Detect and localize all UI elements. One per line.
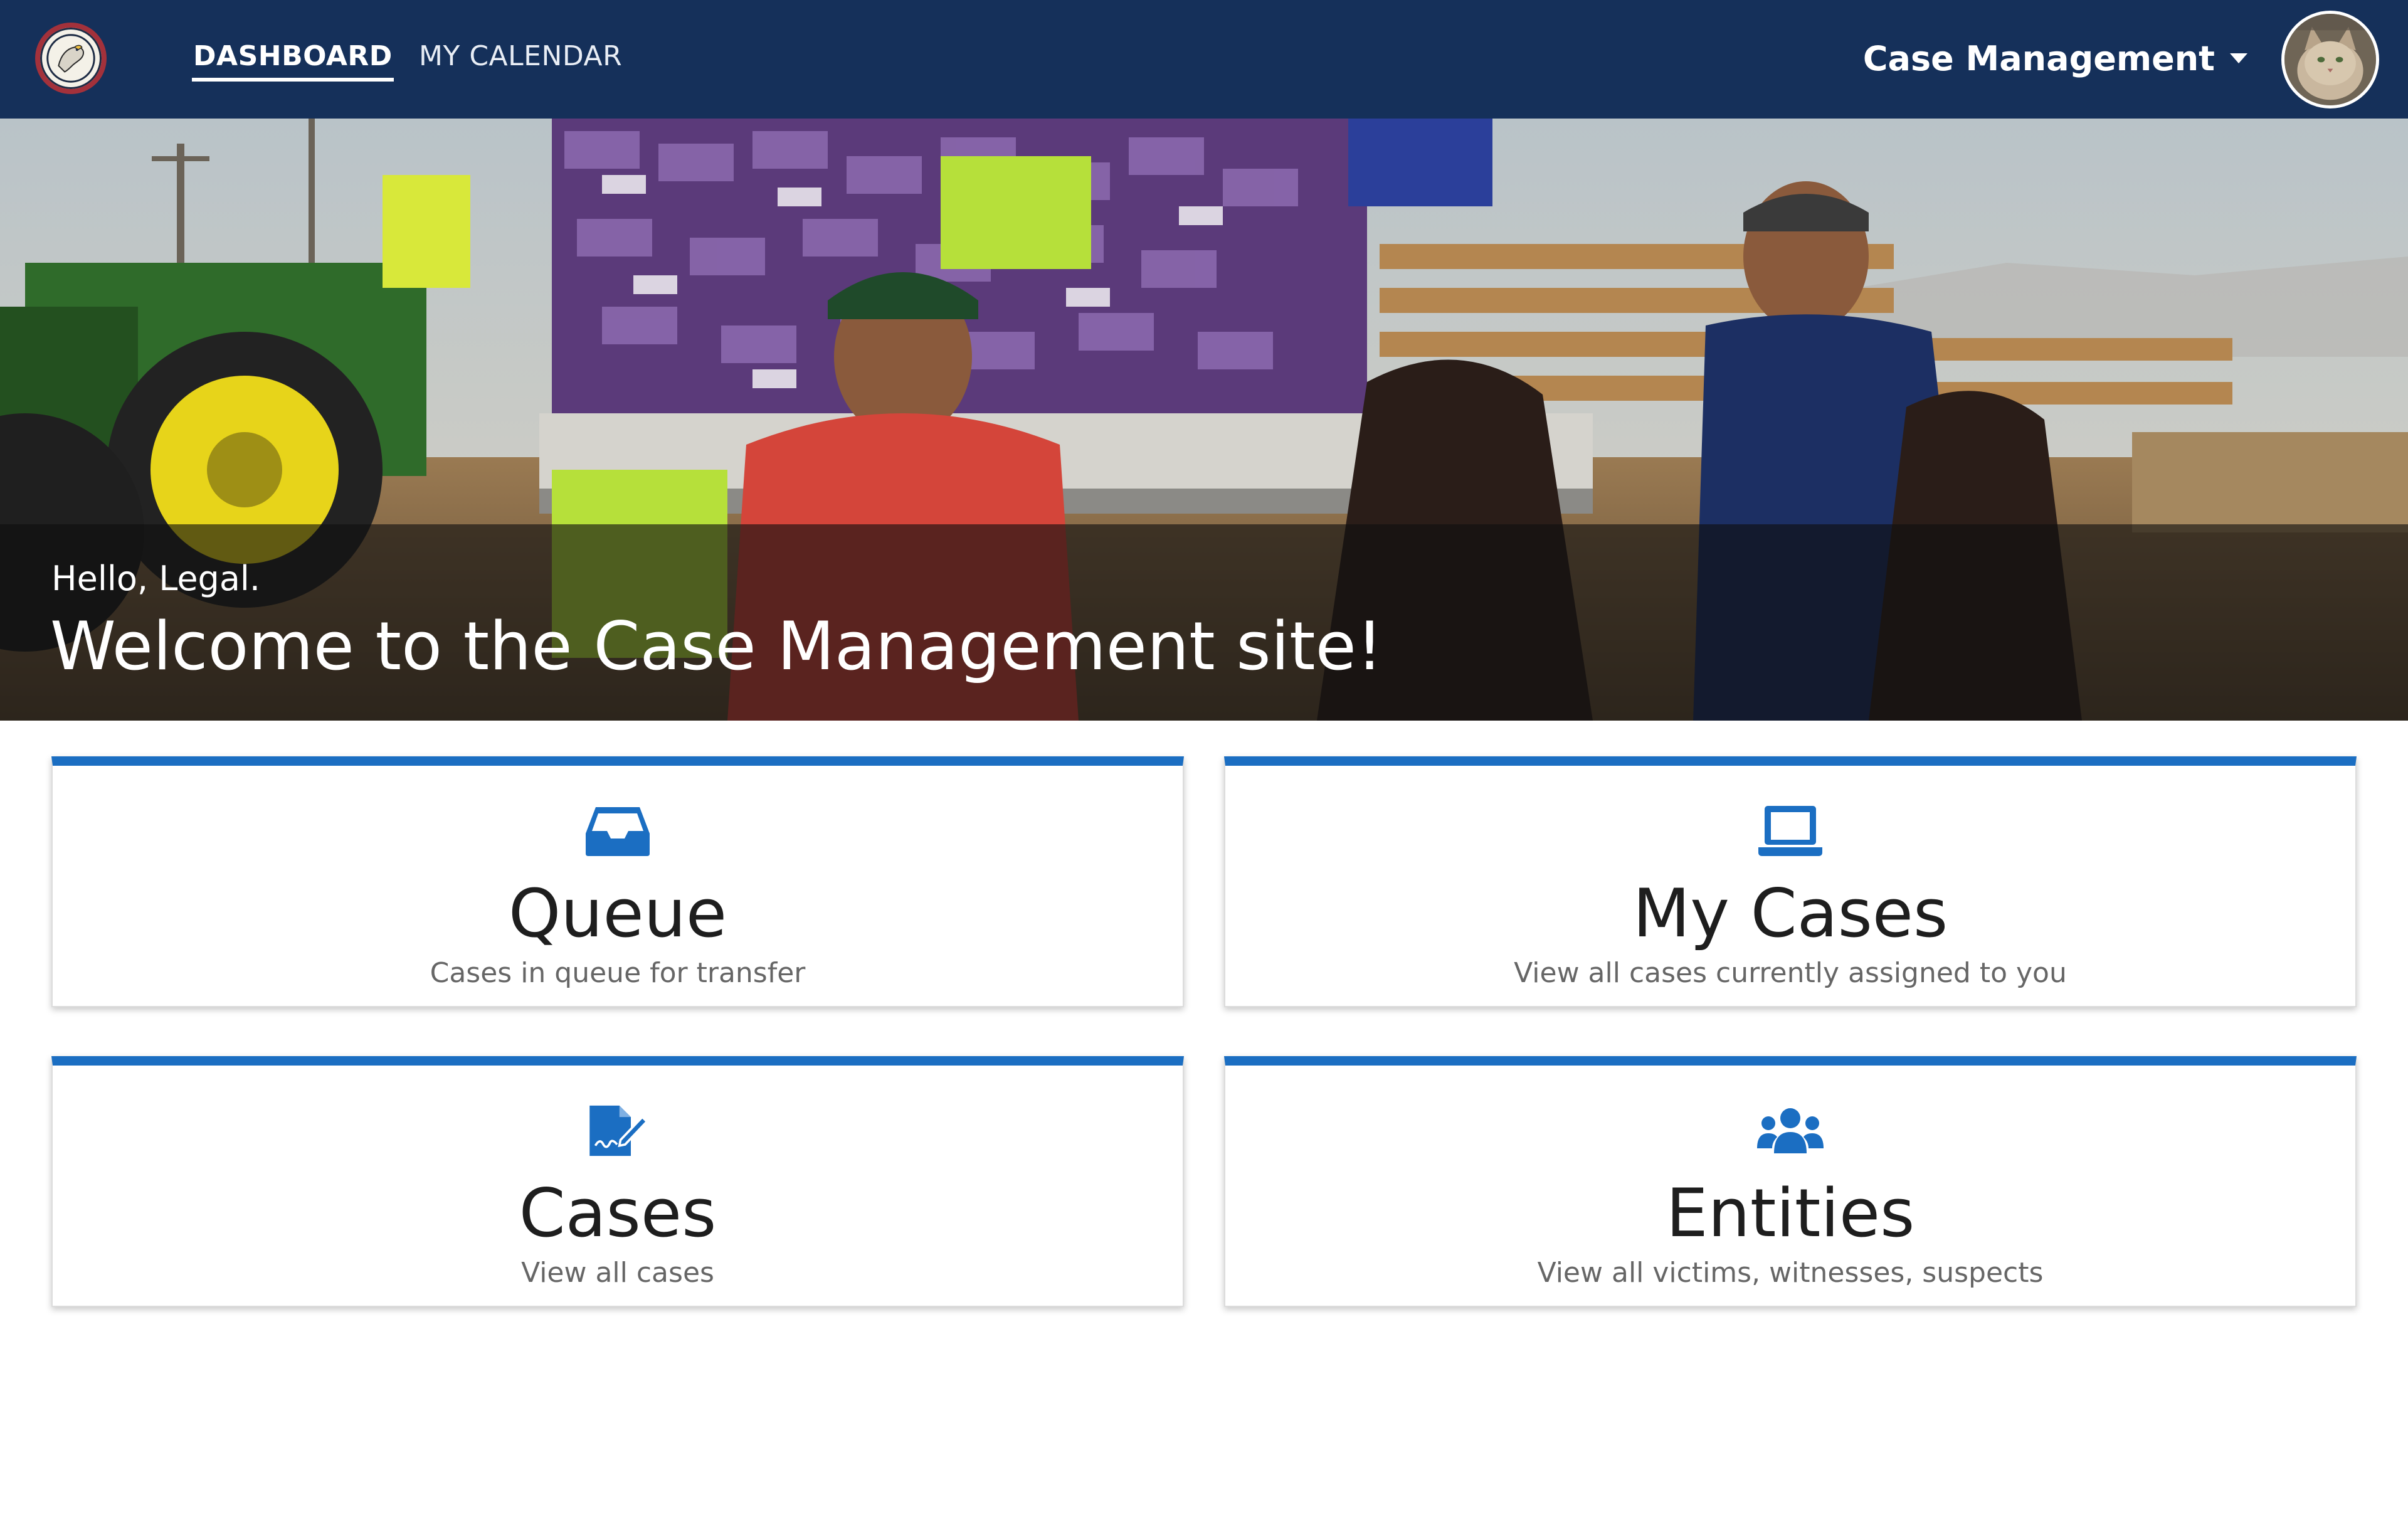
card-title: Queue [508, 875, 727, 952]
card-subtitle: View all victims, witnesses, suspects [1537, 1257, 2044, 1289]
card-entities[interactable]: Entities View all victims, witnesses, su… [1224, 1056, 2357, 1307]
user-avatar[interactable] [2281, 11, 2379, 108]
card-title: Entities [1666, 1175, 1915, 1252]
app-switcher-dropdown[interactable]: Case Management [1863, 31, 2247, 85]
card-title: Cases [519, 1175, 717, 1252]
laptop-icon [1757, 805, 1824, 857]
card-cases[interactable]: Cases View all cases [51, 1056, 1184, 1307]
hero-banner: Hello, Legal. Welcome to the Case Manage… [0, 119, 2408, 721]
users-icon [1757, 1104, 1824, 1157]
card-queue[interactable]: Queue Cases in queue for transfer [51, 756, 1184, 1007]
hero-greeting: Hello, Legal. [51, 559, 261, 598]
inbox-icon [584, 805, 651, 857]
card-subtitle: Cases in queue for transfer [430, 957, 806, 989]
caret-down-icon [2230, 53, 2247, 63]
card-title: My Cases [1632, 875, 1948, 952]
file-signature-icon [584, 1104, 651, 1157]
nav-tab-my-calendar[interactable]: MY CALENDAR [419, 36, 622, 82]
hero-title: Welcome to the Case Management site! [50, 608, 1383, 685]
top-navbar: DASHBOARD MY CALENDAR Case Management [0, 0, 2408, 119]
nav-tab-dashboard[interactable]: DASHBOARD [192, 36, 394, 82]
app-switcher-label: Case Management [1862, 38, 2215, 78]
card-subtitle: View all cases currently assigned to you [1514, 957, 2067, 989]
card-my-cases[interactable]: My Cases View all cases currently assign… [1224, 756, 2357, 1007]
eagle-seal-icon[interactable] [35, 23, 107, 94]
card-subtitle: View all cases [521, 1257, 714, 1289]
